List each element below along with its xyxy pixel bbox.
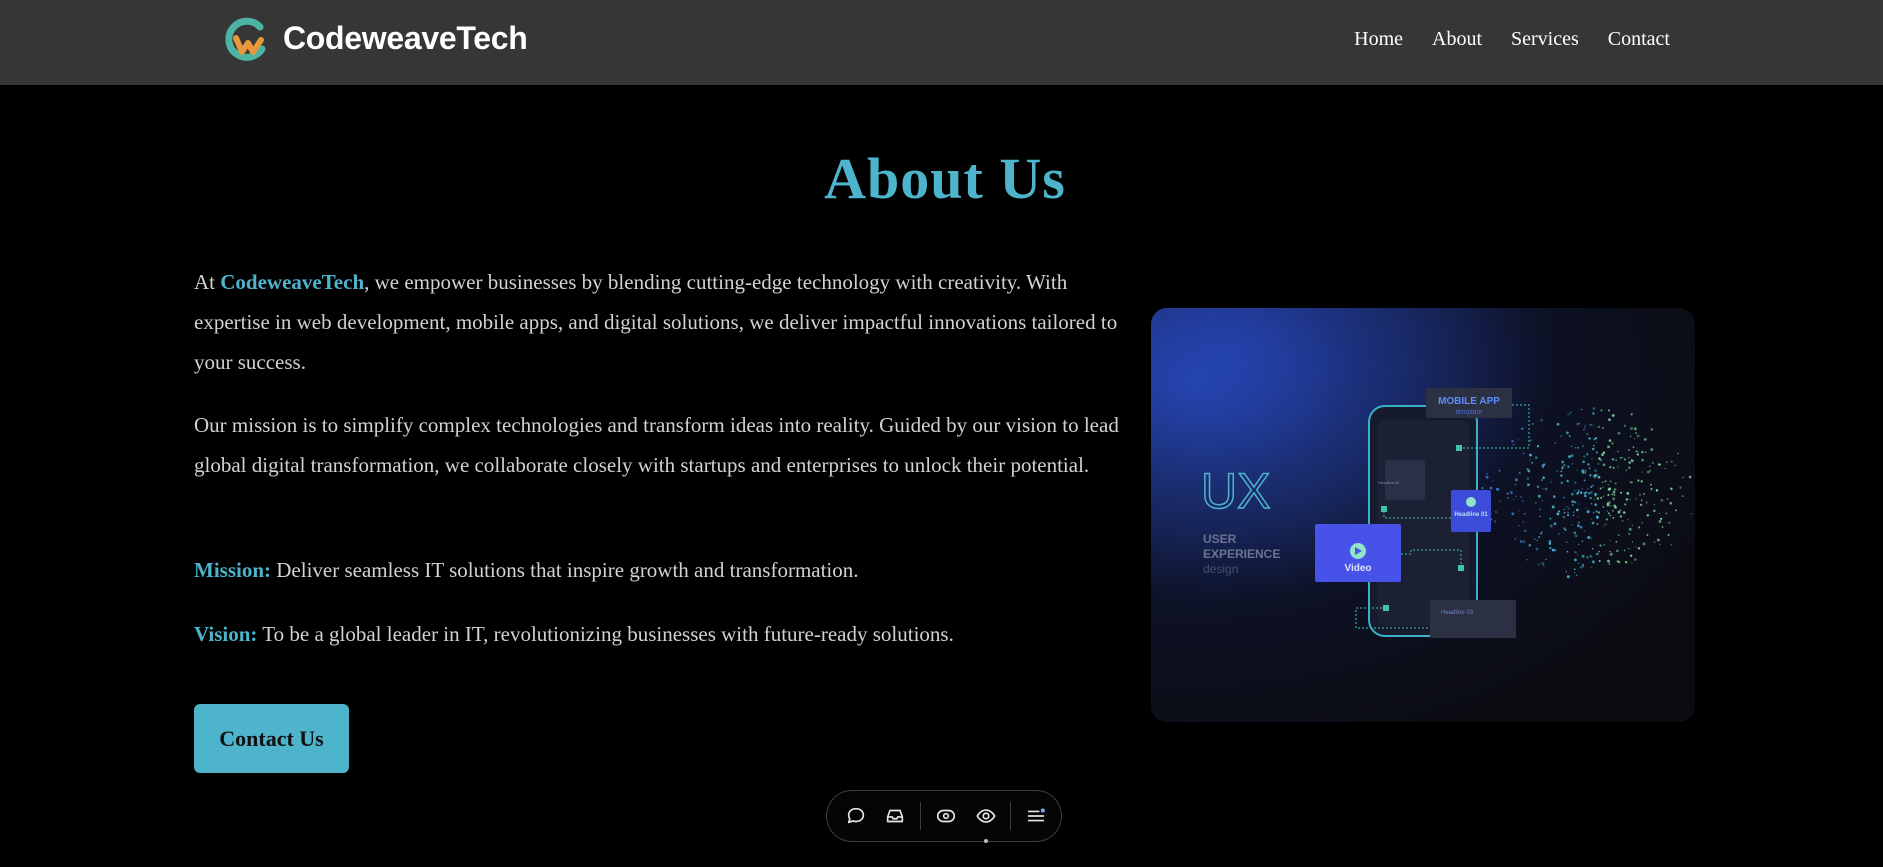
headline-2-label: Headline 02	[1378, 480, 1400, 485]
floating-toolbar	[826, 790, 1062, 843]
mission-line: Mission: Deliver seamless IT solutions t…	[194, 550, 859, 590]
navbar: CodeweaveTech Home About Services Contac…	[0, 0, 1883, 85]
ux-illustration: MOBILE APP template Headline 01 Video He…	[1151, 308, 1695, 722]
page-title: About Us	[824, 146, 1066, 211]
inbox-icon	[887, 809, 904, 823]
toolbar-divider	[1010, 802, 1012, 830]
contact-us-button[interactable]: Contact Us	[194, 704, 349, 773]
mission-label: Mission:	[194, 558, 272, 582]
main-nav: Home About Services Contact	[1354, 28, 1670, 51]
mission-paragraph: Our mission is to simplify complex techn…	[194, 413, 1119, 477]
eye-icon	[975, 809, 996, 823]
mobile-app-label: MOBILE APP	[1438, 396, 1500, 407]
nav-home-link[interactable]: Home	[1354, 28, 1403, 51]
mobile-app-sub: template	[1456, 409, 1483, 416]
brand-logo-icon[interactable]	[222, 16, 270, 64]
vision-text: To be a global leader in IT, revolutioni…	[257, 622, 954, 646]
user-label: USER	[1203, 532, 1237, 546]
toolbar-divider	[920, 802, 922, 830]
inbox-button[interactable]	[881, 801, 911, 831]
menu-icon	[1028, 808, 1046, 822]
headline-1-label: Headline 01	[1454, 512, 1488, 518]
mission-text: Deliver seamless IT solutions that inspi…	[271, 558, 859, 582]
ux-label: UX	[1201, 463, 1270, 519]
nav-contact-link[interactable]: Contact	[1608, 28, 1670, 51]
comment-button[interactable]	[841, 801, 871, 831]
design-label: design	[1203, 562, 1238, 576]
comment-icon	[847, 807, 864, 824]
eye-outline-icon	[936, 809, 956, 823]
active-indicator-dot	[983, 839, 988, 843]
experience-label: EXPERIENCE	[1203, 547, 1280, 561]
hero-image: MOBILE APP template Headline 01 Video He…	[1151, 308, 1695, 722]
intro-prefix: At	[194, 270, 221, 294]
view-button[interactable]	[971, 801, 1001, 843]
vision-line: Vision: To be a global leader in IT, rev…	[194, 614, 954, 654]
video-label: Video	[1344, 563, 1371, 574]
nav-about-link[interactable]: About	[1432, 28, 1482, 51]
brand-name[interactable]: CodeweaveTech	[283, 20, 528, 57]
headline-3-label: Headline 03	[1441, 610, 1474, 616]
about-text: At CodeweaveTech, we empower businesses …	[194, 262, 1119, 508]
preview-toggle-button[interactable]	[931, 801, 961, 831]
menu-button[interactable]	[1021, 801, 1051, 831]
vision-label: Vision:	[194, 622, 258, 646]
intro-brand: CodeweaveTech	[220, 270, 365, 294]
nav-services-link[interactable]: Services	[1511, 28, 1579, 51]
intro-paragraph: At CodeweaveTech, we empower businesses …	[194, 262, 1119, 382]
